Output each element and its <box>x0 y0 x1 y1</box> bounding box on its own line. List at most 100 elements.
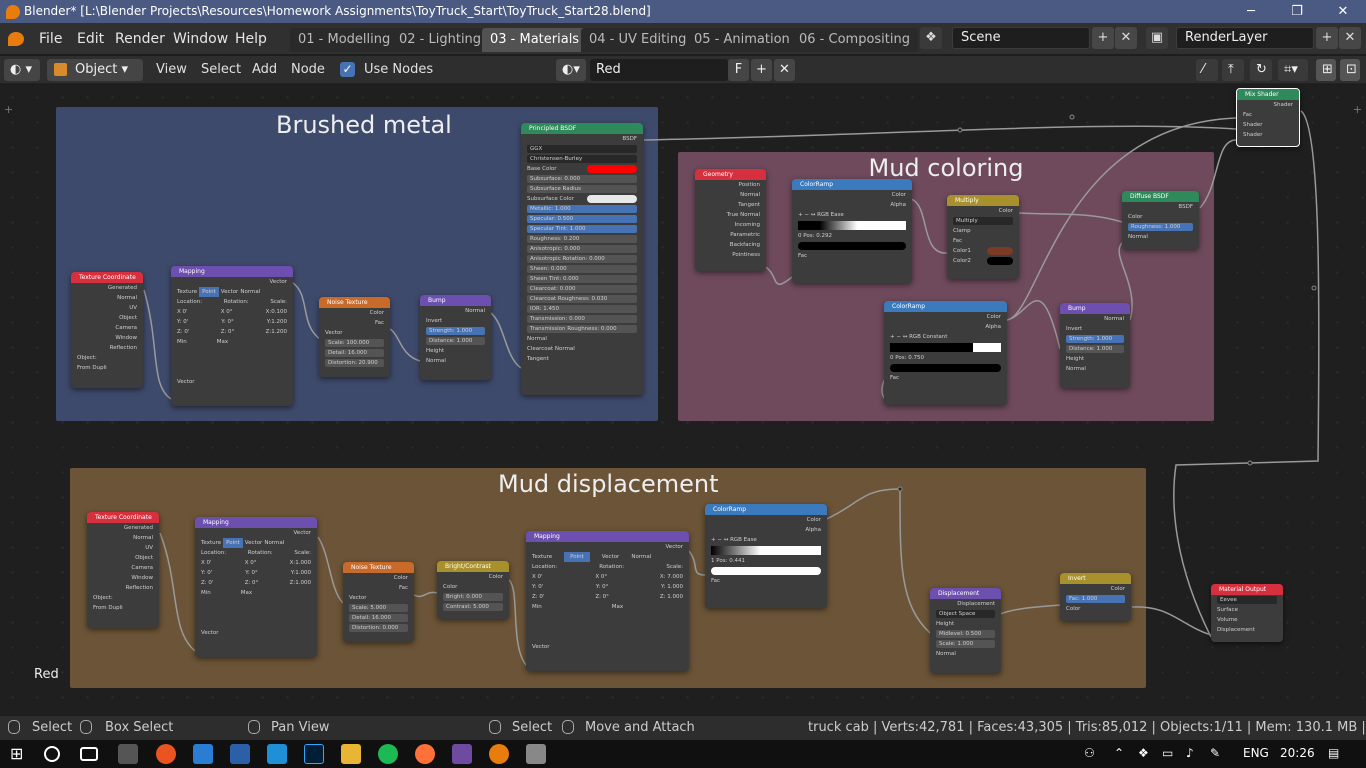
subsurface-color-swatch[interactable] <box>587 195 637 203</box>
volume-icon[interactable]: ♪ <box>1186 746 1194 760</box>
restore-button[interactable]: ❐ <box>1274 0 1320 23</box>
tab-compositing[interactable]: 06 - Compositing <box>791 28 918 52</box>
pbsdf-transmission-value[interactable]: Transmission: 0.000 <box>527 315 637 323</box>
map2-scale-z[interactable]: Z:1.000 <box>290 578 311 588</box>
map2-scale-x[interactable]: X:1.000 <box>290 558 311 568</box>
use-nodes-checkbox[interactable]: ✓ <box>340 62 355 77</box>
bump1-distance-value[interactable]: Distance: 1.000 <box>426 337 485 345</box>
bc-contrast[interactable]: Contrast: 5.000 <box>437 602 509 612</box>
tab-lighting[interactable]: 02 - Lighting <box>391 28 490 52</box>
menu-file[interactable]: File <box>39 31 62 47</box>
multiply-blend-value[interactable]: Multiply <box>953 217 1013 225</box>
pbsdf-roughness[interactable]: Roughness: 0.200 <box>521 234 643 244</box>
tab-uv-editing[interactable]: 04 - UV Editing <box>581 28 695 52</box>
search-icon[interactable] <box>44 746 60 762</box>
network-icon[interactable]: ▭ <box>1162 746 1173 760</box>
from-dupli-checkbox[interactable]: From Dupli <box>71 363 143 373</box>
pbsdf-specular-tint[interactable]: Specular Tint: 1.000 <box>521 224 643 234</box>
noise2-detail-value[interactable]: Detail: 16.000 <box>349 614 408 622</box>
renderlayer-unlink-button[interactable]: ✕ <box>1339 27 1361 49</box>
base-color-swatch[interactable] <box>587 165 637 173</box>
disp-space-value[interactable]: Object Space <box>936 610 995 618</box>
pbsdf-sheen-value[interactable]: Sheen: 0.000 <box>527 265 637 273</box>
noise2-detail[interactable]: Detail: 16.000 <box>343 613 414 623</box>
parent-icon[interactable]: ⤒ <box>1222 59 1244 81</box>
renderlayer-field[interactable]: RenderLayer <box>1176 27 1314 49</box>
node-mapping-2[interactable]: Mapping Vector Texture Point Vector Norm… <box>195 517 317 657</box>
cramp2-pos[interactable]: 0 Pos: 0.750 <box>884 353 1007 363</box>
diffuse-roughness[interactable]: Roughness: 1.000 <box>1122 222 1199 232</box>
map1-row-z[interactable]: Z: 0' Z: 0° Z:1.200 <box>171 327 293 337</box>
min-checkbox[interactable]: Min <box>177 337 187 347</box>
loc-y[interactable]: Y: 0' <box>177 317 188 327</box>
map2-loc-x[interactable]: X 0' <box>201 558 212 568</box>
renderlayer-browse-icon[interactable]: ▣ <box>1146 27 1168 49</box>
bump1-invert[interactable]: Invert <box>420 316 491 326</box>
select-menu[interactable]: Select <box>201 62 241 77</box>
scene-browse-icon[interactable]: ❖ <box>920 27 942 49</box>
map2-loc-y[interactable]: Y: 0' <box>201 568 212 578</box>
map3-scale-y[interactable]: Y: 1.000 <box>661 582 683 592</box>
pbsdf-transmission-roughness[interactable]: Transmission Roughness: 0.000 <box>521 324 643 334</box>
node-mapping-1[interactable]: Mapping Vector Texture Point Vector Norm… <box>171 266 293 406</box>
ubuntu-icon[interactable] <box>156 744 176 764</box>
tab-modelling[interactable]: 01 - Modelling <box>290 28 399 52</box>
noise1-detail-value[interactable]: Detail: 16.000 <box>325 349 384 357</box>
map3-row-y[interactable]: Y: 0' Y: 0° Y: 1.000 <box>526 582 689 592</box>
tab-point[interactable]: Point <box>199 287 219 297</box>
pbsdf-subsurface-color[interactable]: Subsurface Color <box>521 194 643 204</box>
map3-scale-z[interactable]: Z: 1.000 <box>660 592 683 602</box>
tab-vector[interactable]: Vector <box>221 287 239 297</box>
menu-render[interactable]: Render <box>115 31 165 47</box>
node-diffuse-bsdf[interactable]: Diffuse BSDF BSDF Color Roughness: 1.000… <box>1122 191 1199 249</box>
material-browse-icon[interactable]: ◐▾ <box>556 59 586 81</box>
pbsdf-ior-value[interactable]: IOR: 1.450 <box>527 305 637 313</box>
map3-minmax[interactable]: Min Max <box>526 602 689 612</box>
photoshop-icon[interactable] <box>304 744 324 764</box>
sampler-icon[interactable]: ⁄ <box>1196 59 1218 81</box>
rot-y[interactable]: Y: 0° <box>221 317 233 327</box>
node-noise-texture-1[interactable]: Noise Texture Color Fac Vector Scale: 10… <box>319 297 390 377</box>
node-principled-bsdf[interactable]: Principled BSDF BSDF GGX Christensen-Bur… <box>521 123 643 395</box>
pbsdf-transmission[interactable]: Transmission: 0.000 <box>521 314 643 324</box>
matout-target-value[interactable]: Eevee <box>1217 596 1277 604</box>
map3-loc-y[interactable]: Y: 0' <box>532 582 543 592</box>
bump1-distance[interactable]: Distance: 1.000 <box>420 336 491 346</box>
subsurface-method-value[interactable]: Christensen-Burley <box>527 155 637 163</box>
node-bright-contrast[interactable]: Bright/Contrast Color Color Bright: 0.00… <box>437 561 509 619</box>
pbsdf-sheen-tint[interactable]: Sheen Tint: 0.000 <box>521 274 643 284</box>
cramp2-controls[interactable]: + − ↔ RGB Constant <box>884 332 1007 342</box>
map3-tab-texture[interactable]: Texture <box>532 552 552 562</box>
object-field[interactable]: Object: <box>71 353 143 363</box>
tab-normal[interactable]: Normal <box>240 287 260 297</box>
max-checkbox[interactable]: Max <box>217 337 228 347</box>
disp-scale-value[interactable]: Scale: 1.000 <box>936 640 995 648</box>
cramp1-gradient[interactable] <box>798 221 906 230</box>
backdrop-icon[interactable]: ⊞ <box>1316 59 1336 81</box>
zoom-icon[interactable]: ⊡ <box>1340 59 1360 81</box>
cramp3-color-swatch[interactable] <box>711 567 821 575</box>
renderlayer-new-button[interactable]: + <box>1316 27 1338 49</box>
pbsdf-sheen[interactable]: Sheen: 0.000 <box>521 264 643 274</box>
map3-type-tabs[interactable]: Texture Point Vector Normal <box>526 552 689 562</box>
node-invert[interactable]: Invert Color Fac: 1.000 Color <box>1060 573 1131 621</box>
menu-help[interactable]: Help <box>235 31 267 47</box>
node-colorramp-2[interactable]: ColorRamp Color Alpha + − ↔ RGB Constant… <box>884 301 1007 405</box>
view-menu[interactable]: View <box>156 62 187 77</box>
pbsdf-subsurface-radius[interactable]: Subsurface Radius <box>521 184 643 194</box>
bump2-invert[interactable]: Invert <box>1060 324 1130 334</box>
map1-type-tabs[interactable]: Texture Point Vector Normal <box>171 287 293 297</box>
rot-z[interactable]: Z: 0° <box>221 327 235 337</box>
bump2-distance-value[interactable]: Distance: 1.000 <box>1066 345 1124 353</box>
map2-rot-x[interactable]: X 0° <box>245 558 257 568</box>
unlink-material-button[interactable]: ✕ <box>774 59 795 81</box>
material-name-field[interactable]: Red <box>590 59 728 81</box>
pbsdf-anisotropic[interactable]: Anisotropic: 0.000 <box>521 244 643 254</box>
matout-target-dropdown[interactable]: Eevee <box>1211 595 1283 605</box>
people-icon[interactable]: ⚇ <box>1084 746 1095 760</box>
bump1-strength[interactable]: Strength: 1.000 <box>420 326 491 336</box>
noise1-distortion[interactable]: Distortion: 20.900 <box>319 358 390 368</box>
node-mapping-3[interactable]: Mapping Vector Texture Point Vector Norm… <box>526 531 689 671</box>
node-material-output[interactable]: Material Output Eevee Surface Volume Dis… <box>1211 584 1283 642</box>
map2-scale-y[interactable]: Y:1.000 <box>291 568 311 578</box>
